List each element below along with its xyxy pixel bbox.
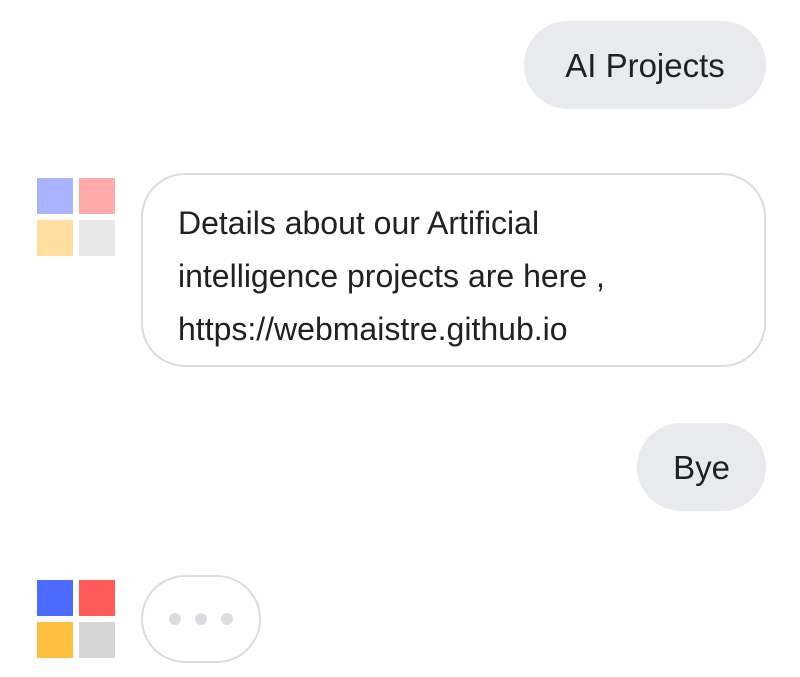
assistant-avatar-icon [37,580,115,658]
avatar-square-blue [37,178,73,214]
typing-dot [195,613,207,625]
user-message-text: AI Projects [565,46,725,84]
avatar-square-red [79,580,115,616]
avatar-square-gray [79,220,115,256]
chat-transcript: AI Projects Details about our Artificial… [0,0,800,677]
typing-dot [221,613,233,625]
assistant-message-line: intelligence projects are here , [178,258,605,294]
user-message-text: Bye [673,448,730,486]
avatar-square-yellow [37,220,73,256]
typing-indicator [141,575,261,663]
user-message-bubble: Bye [637,423,766,511]
avatar-square-red [79,178,115,214]
avatar-square-yellow [37,622,73,658]
assistant-message-line: Details about our Artificial [178,205,540,241]
typing-dot [169,613,181,625]
assistant-avatar-icon [37,178,115,256]
avatar-square-blue [37,580,73,616]
avatar-square-gray [79,622,115,658]
assistant-message-link[interactable]: https://webmaistre.github.io [178,303,730,356]
user-message-bubble: AI Projects [524,21,766,109]
assistant-message-bubble: Details about our Artificial intelligenc… [141,173,766,367]
